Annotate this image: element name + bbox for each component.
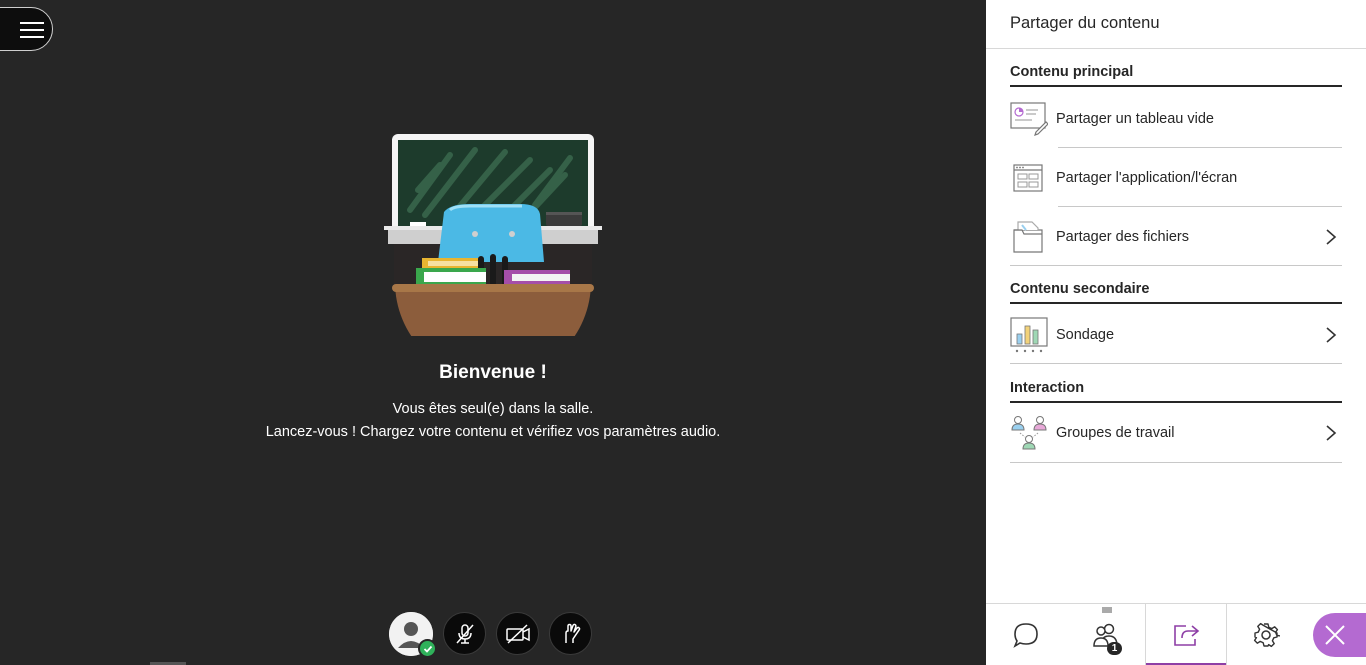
whiteboard-icon	[1010, 101, 1048, 136]
poll-label: Sondage	[1056, 326, 1115, 343]
hamburger-icon	[20, 22, 44, 38]
item-divider	[1010, 265, 1342, 266]
microphone-off-icon	[455, 623, 474, 644]
chevron-right-icon	[1326, 228, 1337, 245]
status-check-icon	[418, 639, 437, 658]
share-content-panel: Partager du contenu Contenu principal Pa…	[986, 0, 1366, 665]
tab-settings[interactable]	[1227, 604, 1305, 665]
poll-chart-icon	[1010, 316, 1048, 352]
classroom-illustration	[384, 134, 602, 336]
section-interaction: Interaction	[1010, 380, 1342, 403]
main-stage: Bienvenue ! Vous êtes seul(e) dans la sa…	[0, 0, 986, 665]
camera-button[interactable]	[496, 612, 539, 655]
breakout-groups-label: Groupes de travail	[1056, 424, 1175, 441]
share-whiteboard-label: Partager un tableau vide	[1056, 110, 1214, 127]
poll-item[interactable]: Sondage	[1010, 305, 1342, 364]
welcome-title: Bienvenue !	[439, 362, 547, 383]
chevron-right-icon	[1326, 424, 1337, 441]
welcome-message-line-1: Vous êtes seul(e) dans la salle.	[392, 401, 594, 417]
close-panel-button[interactable]	[1313, 613, 1366, 657]
share-files-item[interactable]: Partager des fichiers	[1010, 207, 1342, 266]
microphone-button[interactable]	[443, 612, 486, 655]
camera-off-icon	[505, 623, 530, 644]
breakout-groups-icon	[1011, 415, 1047, 449]
participants-count-badge: 1	[1107, 642, 1122, 655]
share-icon	[1174, 624, 1200, 646]
panel-title: Partager du contenu	[1010, 14, 1160, 32]
my-avatar-button[interactable]	[389, 612, 437, 658]
close-icon	[1325, 625, 1345, 645]
tab-participants[interactable]: 1	[1066, 604, 1146, 665]
share-whiteboard-item[interactable]: Partager un tableau vide	[1010, 89, 1342, 148]
menu-button[interactable]	[0, 7, 53, 51]
item-divider	[1010, 462, 1342, 463]
files-folder-icon	[1013, 220, 1043, 253]
gear-icon	[1253, 622, 1280, 647]
tab-chat[interactable]	[986, 604, 1066, 665]
item-divider	[1010, 363, 1342, 364]
breakout-groups-item[interactable]: Groupes de travail	[1010, 403, 1342, 462]
share-screen-label: Partager l'application/l'écran	[1056, 169, 1238, 186]
share-files-label: Partager des fichiers	[1056, 228, 1189, 245]
application-screen-icon	[1013, 163, 1043, 192]
panel-header-divider	[986, 48, 1366, 49]
drag-handle-icon	[1102, 607, 1112, 613]
panel-footer-tabs: 1	[986, 603, 1366, 665]
share-screen-item[interactable]: Partager l'application/l'écran	[1010, 148, 1342, 207]
chevron-right-icon	[1326, 326, 1337, 343]
section-secondary-content: Contenu secondaire	[1010, 281, 1342, 304]
chat-bubble-icon	[1013, 622, 1038, 648]
tab-share-content[interactable]	[1145, 604, 1227, 665]
raise-hand-button[interactable]	[549, 612, 592, 655]
section-primary-content: Contenu principal	[1010, 64, 1342, 87]
raise-hand-icon	[564, 623, 580, 643]
welcome-message-line-2: Lancez-vous ! Chargez votre contenu et v…	[265, 424, 721, 440]
